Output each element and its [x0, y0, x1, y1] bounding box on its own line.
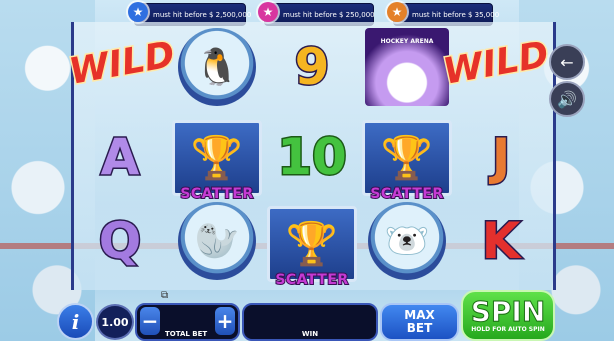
- wild-symbol-left: WILD: [65, 22, 179, 104]
- jackpot-grand-label: must hit before $ 2,500,000: [153, 10, 252, 19]
- polar-bear-icon: 🐻‍❄️: [368, 202, 446, 280]
- wild-symbol-right: WILD: [439, 22, 553, 104]
- a-glyph: A: [99, 127, 141, 188]
- total-bet-label: TOTAL BET: [165, 330, 208, 338]
- spin-button[interactable]: SPIN HOLD FOR AUTO SPIN: [461, 290, 555, 341]
- total-bet-panel: − + TOTAL BET: [135, 303, 240, 341]
- trophy-icon: 🏆: [362, 120, 452, 196]
- symbol-a: A: [74, 114, 166, 200]
- symbol-q: Q: [74, 198, 166, 284]
- star-icon: ★: [258, 2, 278, 22]
- wild-label: WILD: [65, 32, 179, 94]
- jackpot-minor-label: must hit before $ 35,000: [412, 10, 500, 19]
- decrease-bet-button[interactable]: −: [140, 307, 160, 335]
- star-icon: ★: [387, 2, 407, 22]
- game-scene: ★ must hit before $ 2,500,000 ★ must hit…: [0, 0, 614, 341]
- increase-bet-button[interactable]: +: [215, 307, 235, 335]
- info-button[interactable]: i: [57, 303, 94, 340]
- arena-label: HOCKEY ARENA: [380, 38, 434, 45]
- trophy-icon: 🏆: [172, 120, 262, 196]
- q-glyph: Q: [97, 211, 142, 272]
- polar-bear-symbol: 🐻‍❄️: [361, 198, 453, 284]
- jackpot-major-label: must hit before $ 250,000: [283, 10, 375, 19]
- nine-glyph: 9: [293, 37, 331, 98]
- walrus-symbol: 🦭: [171, 198, 263, 284]
- k-glyph: K: [480, 211, 522, 272]
- max-bet-line2: BET: [406, 321, 433, 335]
- scatter-symbol: 🏆 SCATTER: [266, 198, 358, 290]
- star-icon: ★: [128, 2, 148, 22]
- sound-button[interactable]: 🔊: [549, 81, 585, 117]
- win-label: WIN: [301, 330, 319, 338]
- symbol-j: J: [455, 114, 547, 200]
- back-button[interactable]: ←: [549, 44, 585, 80]
- win-panel: WIN: [242, 303, 378, 341]
- penguin-symbol: 🐧: [171, 24, 263, 110]
- max-bet-button[interactable]: MAX BET: [380, 303, 459, 341]
- scatter-symbol: 🏆 SCATTER: [171, 112, 263, 204]
- symbol-nine: 9: [266, 24, 358, 110]
- coin-value[interactable]: 1.00: [96, 304, 134, 340]
- j-glyph: J: [490, 127, 512, 188]
- scatter-label: SCATTER: [274, 271, 349, 289]
- penguin-icon: 🐧: [178, 28, 256, 106]
- scatter-symbol: 🏆 SCATTER: [361, 112, 453, 204]
- arena-symbol: HOCKEY ARENA: [361, 24, 453, 110]
- arena-icon: HOCKEY ARENA: [365, 28, 449, 106]
- wild-label: WILD: [439, 32, 553, 94]
- ten-glyph: 10: [276, 127, 349, 188]
- trophy-icon: 🏆: [267, 206, 357, 282]
- speaker-icon: 🔊: [557, 89, 577, 109]
- back-arrow-icon: ←: [560, 52, 574, 72]
- walrus-icon: 🦭: [178, 202, 256, 280]
- history-icon[interactable]: ⧉: [161, 290, 168, 301]
- symbol-ten: 10: [266, 114, 358, 200]
- spin-label: SPIN: [470, 295, 546, 328]
- symbol-k: K: [455, 198, 547, 284]
- spin-hold-hint: HOLD FOR AUTO SPIN: [471, 326, 545, 333]
